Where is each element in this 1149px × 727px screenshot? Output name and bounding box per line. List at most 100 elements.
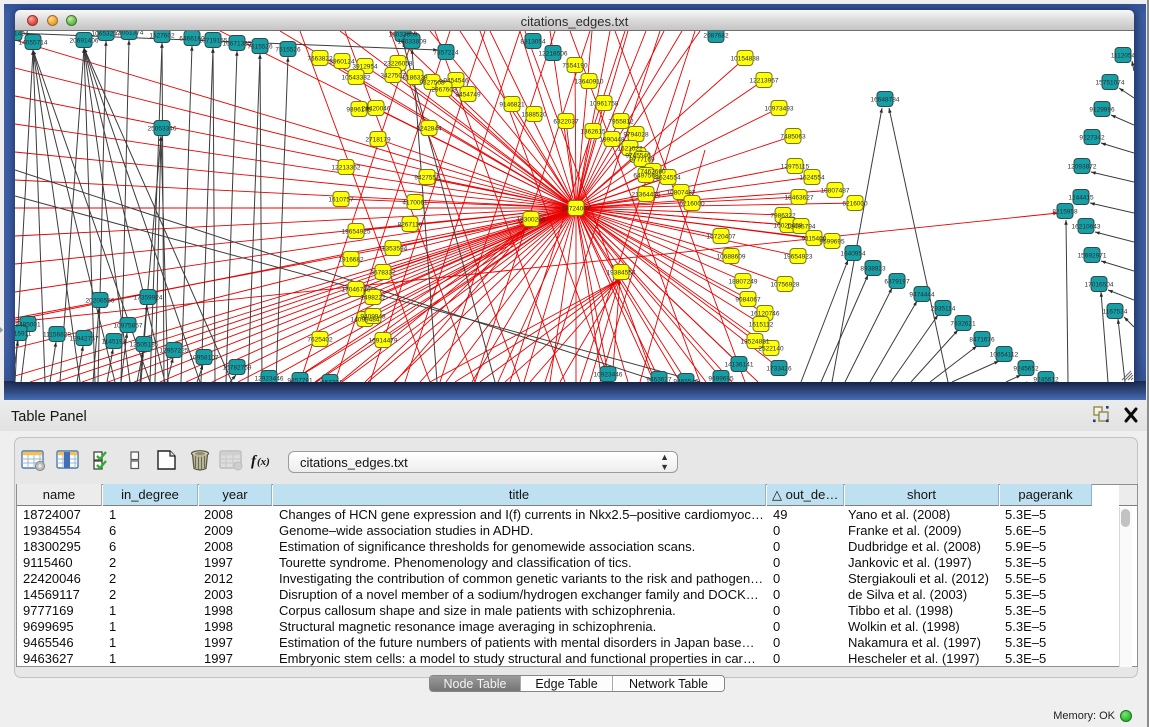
svg-text:7357224: 7357224 (433, 50, 459, 57)
svg-text:2967608: 2967608 (431, 87, 457, 94)
svg-text:10958107: 10958107 (190, 355, 219, 362)
svg-text:1621022: 1621022 (617, 146, 643, 153)
svg-text:8471676: 8471676 (969, 337, 995, 344)
svg-text:9699695: 9699695 (708, 376, 734, 383)
svg-text:16120746: 16120746 (751, 311, 780, 318)
svg-text:12218506: 12218506 (539, 51, 568, 58)
svg-text:17016504: 17016504 (1085, 282, 1114, 289)
svg-text:9245652: 9245652 (1013, 366, 1039, 373)
svg-text:7554190: 7554190 (562, 63, 588, 70)
svg-text:9454546: 9454546 (443, 78, 469, 85)
svg-text:7485063: 7485063 (780, 134, 806, 141)
svg-text:10961758: 10961758 (590, 101, 619, 108)
svg-text:9485001: 9485001 (15, 322, 41, 329)
svg-text:9409948: 9409948 (360, 314, 386, 321)
svg-text:13524851: 13524851 (741, 339, 770, 346)
svg-text:2087682: 2087682 (703, 33, 729, 40)
svg-text:9794028: 9794028 (623, 132, 649, 139)
svg-text:9327508: 9327508 (419, 80, 445, 87)
svg-text:16782759: 16782759 (223, 365, 252, 372)
svg-text:10654112: 10654112 (990, 352, 1019, 359)
svg-text:18463627: 18463627 (785, 195, 814, 202)
svg-text:8215958: 8215958 (1052, 209, 1078, 216)
svg-text:8454749: 8454749 (455, 92, 481, 99)
svg-text:20691406: 20691406 (70, 38, 99, 45)
svg-text:10543382: 10543382 (342, 75, 371, 82)
svg-text:19384554: 19384554 (607, 270, 636, 277)
svg-text:9465546: 9465546 (673, 379, 699, 383)
svg-text:13495794: 13495794 (787, 224, 816, 231)
svg-text:15751074: 15751074 (1096, 80, 1125, 87)
svg-text:12923446: 12923446 (255, 376, 284, 383)
svg-text:1733426: 1733426 (766, 366, 792, 373)
svg-text:9699695: 9699695 (819, 239, 845, 246)
svg-text:9777169: 9777169 (629, 157, 655, 164)
svg-text:12505185: 12505185 (130, 342, 159, 349)
svg-text:12093872: 12093872 (1068, 164, 1097, 171)
svg-text:9657791: 9657791 (317, 380, 343, 383)
svg-text:11156829: 11156829 (43, 332, 71, 339)
svg-text:8813054: 8813054 (520, 39, 546, 46)
svg-text:9245612: 9245612 (1033, 377, 1059, 383)
svg-text:12213362: 12213362 (332, 165, 361, 172)
svg-text:14055714: 14055714 (19, 40, 48, 47)
svg-text:2935114: 2935114 (931, 306, 956, 313)
svg-text:9427552: 9427552 (414, 175, 440, 182)
svg-text:9474444: 9474444 (909, 292, 935, 299)
svg-text:4170061: 4170061 (402, 200, 428, 207)
svg-text:1588520: 1588520 (521, 112, 547, 119)
svg-text:3624554: 3624554 (655, 175, 681, 182)
svg-text:10975857: 10975857 (114, 323, 143, 330)
svg-text:7632621: 7632621 (950, 321, 976, 328)
svg-text:6322037: 6322037 (553, 119, 579, 126)
svg-text:21051374: 21051374 (115, 31, 144, 37)
svg-text:14136141: 14136141 (725, 362, 754, 369)
svg-text:12975115: 12975115 (781, 164, 810, 171)
svg-text:10807487: 10807487 (667, 190, 696, 197)
svg-text:1624554: 1624554 (799, 175, 825, 182)
svg-text:10688609: 10688609 (717, 254, 746, 261)
svg-text:18300295: 18300295 (517, 217, 546, 224)
svg-text:18724007: 18724007 (562, 206, 591, 213)
svg-text:3960124: 3960124 (329, 59, 355, 66)
svg-text:21364436: 21364436 (632, 192, 661, 199)
svg-text:8938923: 8938923 (860, 266, 886, 273)
svg-text:15720407: 15720407 (707, 234, 736, 241)
svg-text:9463627: 9463627 (646, 377, 672, 383)
svg-text:1362615: 1362615 (580, 129, 606, 136)
svg-text:16033809: 16033809 (398, 39, 427, 46)
svg-text:7955812: 7955812 (608, 119, 634, 126)
svg-text:17359924: 17359924 (134, 295, 163, 302)
svg-text:9242844: 9242844 (416, 126, 442, 133)
svg-text:17046786: 17046786 (342, 287, 371, 294)
svg-text:16210643: 16210643 (1072, 224, 1101, 231)
svg-text:3912954: 3912954 (352, 64, 378, 71)
svg-text:(x): (x) (257, 456, 270, 468)
svg-text:10756928: 10756928 (771, 282, 800, 289)
svg-text:16648784: 16648784 (871, 97, 900, 104)
svg-text:1916682: 1916682 (338, 257, 364, 264)
svg-text:7986322: 7986322 (770, 213, 796, 220)
svg-text:16914479: 16914479 (369, 338, 398, 345)
svg-text:15692971: 15692971 (1078, 253, 1107, 260)
svg-text:1167534: 1167534 (1103, 309, 1128, 316)
svg-text:19654925: 19654925 (342, 229, 371, 236)
svg-text:7515526: 7515526 (275, 47, 301, 54)
svg-text:1610757: 1610757 (328, 197, 354, 204)
svg-text:1145194: 1145194 (102, 339, 127, 346)
svg-text:17957225: 17957225 (160, 348, 189, 355)
svg-text:16091434: 16091434 (15, 31, 29, 38)
svg-text:19654923: 19654923 (784, 254, 813, 261)
svg-text:7515526: 7515526 (247, 44, 273, 51)
svg-text:23226058: 23226058 (384, 61, 413, 68)
svg-text:8267110: 8267110 (398, 222, 423, 229)
svg-text:10923446: 10923446 (594, 372, 623, 379)
svg-text:6379197: 6379197 (884, 279, 910, 286)
svg-text:6216000: 6216000 (679, 201, 705, 208)
svg-text:3915911: 3915911 (15, 331, 32, 338)
svg-text:10154838: 10154838 (731, 56, 760, 63)
svg-text:11353594: 11353594 (379, 246, 408, 253)
svg-text:10973493: 10973493 (765, 106, 794, 113)
svg-text:16033809: 16033809 (389, 32, 418, 39)
svg-text:9146821: 9146821 (499, 102, 525, 109)
